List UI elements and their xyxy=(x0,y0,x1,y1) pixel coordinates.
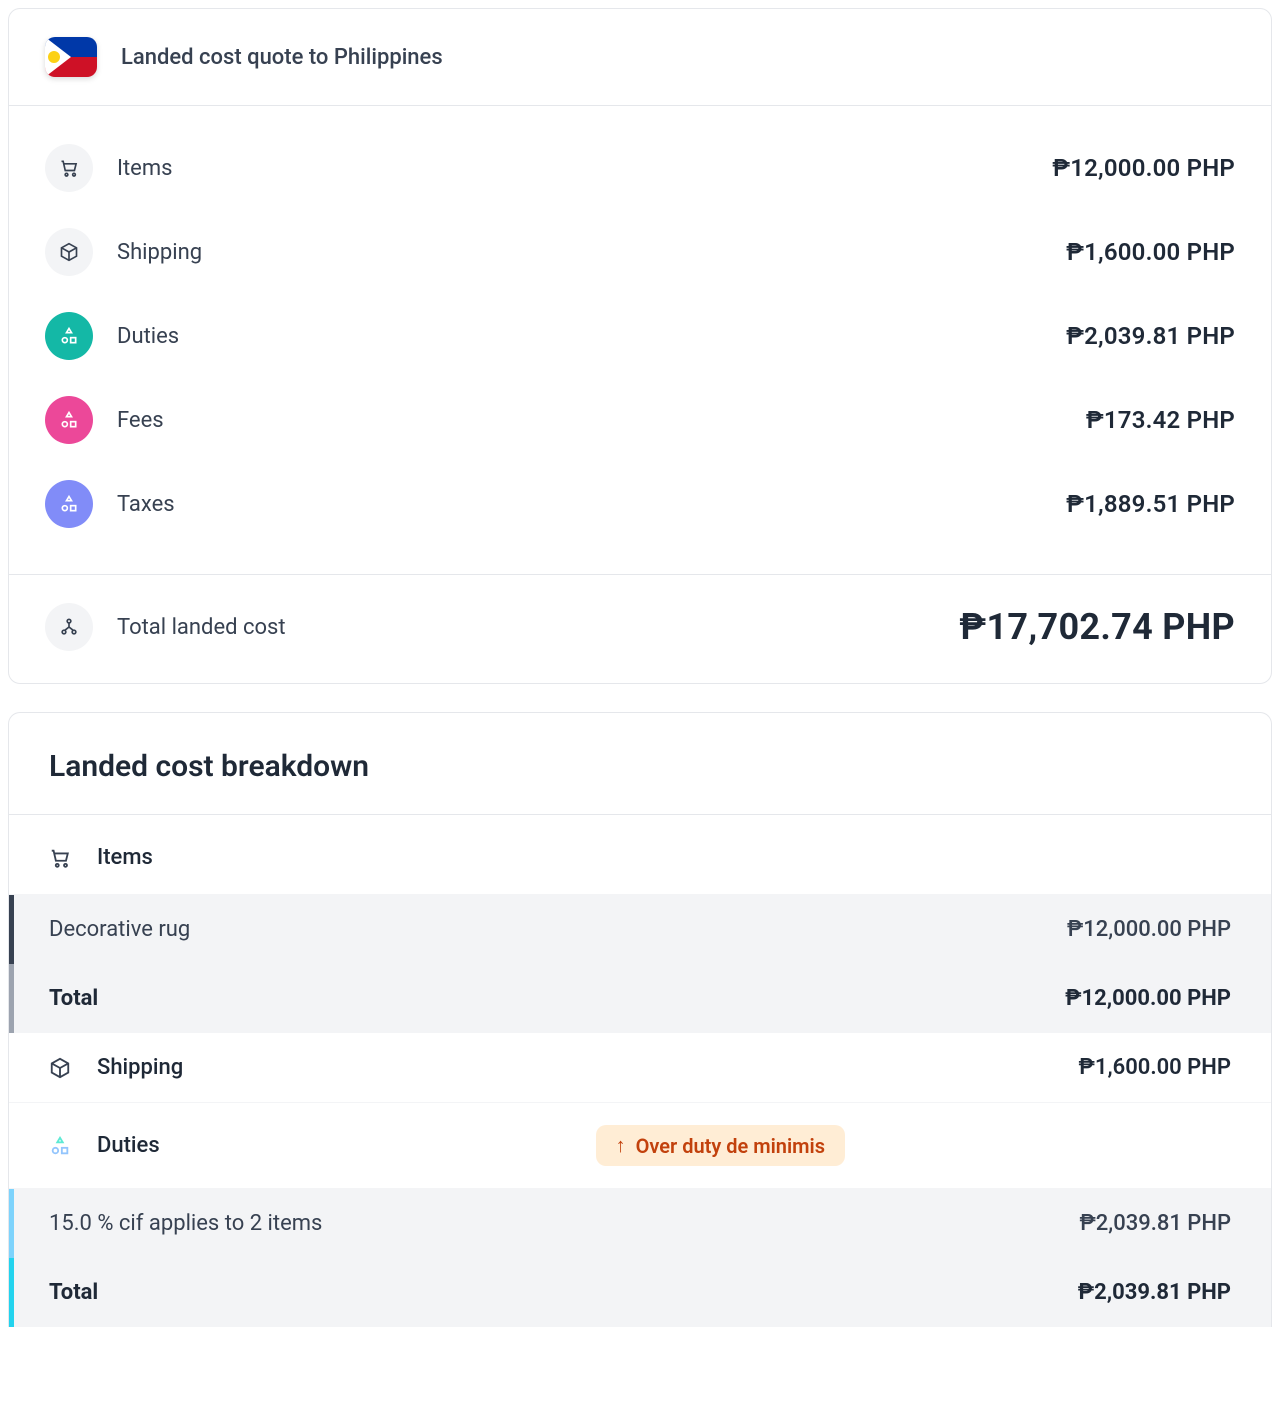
shapes-icon xyxy=(45,396,93,444)
shapes-icon xyxy=(45,312,93,360)
item-name: Decorative rug xyxy=(49,917,190,942)
box-icon xyxy=(49,1057,71,1079)
breakdown-duties-total: Total ₱2,039.81 PHP xyxy=(9,1258,1271,1327)
breakdown-header: Landed cost breakdown xyxy=(9,713,1271,815)
network-icon xyxy=(45,603,93,651)
row-duties-value: ₱2,039.81 PHP xyxy=(1066,322,1235,350)
shapes-icon xyxy=(49,1135,71,1157)
row-taxes: Taxes ₱1,889.51 PHP xyxy=(45,462,1235,546)
summary-title: Landed cost quote to Philippines xyxy=(121,45,443,70)
row-shipping-label: Shipping xyxy=(117,240,202,265)
arrow-up-icon: ↑ xyxy=(616,1133,626,1158)
over-de-minimis-badge: ↑ Over duty de minimis xyxy=(596,1125,845,1166)
breakdown-shipping-row: Shipping ₱1,600.00 PHP xyxy=(9,1033,1271,1103)
total-label: Total landed cost xyxy=(117,615,286,640)
breakdown-items-head: Items xyxy=(9,815,1271,895)
shipping-value: ₱1,600.00 PHP xyxy=(1079,1055,1231,1080)
row-items-label: Items xyxy=(117,156,173,181)
breakdown-duties-row: 15.0 % cif applies to 2 items ₱2,039.81 … xyxy=(9,1189,1271,1258)
item-value: ₱12,000.00 PHP xyxy=(1067,917,1231,942)
breakdown-items-row: Decorative rug ₱12,000.00 PHP xyxy=(9,895,1271,964)
breakdown-title: Landed cost breakdown xyxy=(49,749,1231,784)
breakdown-duties-head: Duties ↑ Over duty de minimis xyxy=(9,1103,1271,1189)
box-icon xyxy=(45,228,93,276)
duties-heading: Duties xyxy=(97,1133,160,1158)
shapes-icon xyxy=(45,480,93,528)
summary-header: Landed cost quote to Philippines xyxy=(9,9,1271,106)
duties-total-value: ₱2,039.81 PHP xyxy=(1078,1280,1231,1305)
row-taxes-label: Taxes xyxy=(117,492,175,517)
summary-body: Items ₱12,000.00 PHP Shipping ₱1,600.00 … xyxy=(9,106,1271,574)
summary-card: Landed cost quote to Philippines Items ₱… xyxy=(8,8,1272,684)
row-duties: Duties ₱2,039.81 PHP xyxy=(45,294,1235,378)
total-row: Total landed cost ₱17,702.74 PHP xyxy=(9,574,1271,683)
row-fees: Fees ₱173.42 PHP xyxy=(45,378,1235,462)
breakdown-card: Landed cost breakdown Items Decorative r… xyxy=(8,712,1272,1327)
breakdown-items-heading: Items xyxy=(97,845,153,870)
row-items-value: ₱12,000.00 PHP xyxy=(1052,154,1235,182)
cart-icon xyxy=(49,847,71,869)
row-shipping-value: ₱1,600.00 PHP xyxy=(1066,238,1235,266)
badge-text: Over duty de minimis xyxy=(636,1134,825,1158)
duty-line-value: ₱2,039.81 PHP xyxy=(1080,1211,1231,1236)
row-items: Items ₱12,000.00 PHP xyxy=(45,126,1235,210)
breakdown-items-total: Total ₱12,000.00 PHP xyxy=(9,964,1271,1033)
cart-icon xyxy=(45,144,93,192)
row-taxes-value: ₱1,889.51 PHP xyxy=(1066,490,1235,518)
row-duties-label: Duties xyxy=(117,324,179,349)
row-fees-label: Fees xyxy=(117,408,164,433)
total-value: ₱17,702.74 PHP xyxy=(959,606,1235,648)
shipping-label: Shipping xyxy=(97,1055,183,1080)
items-total-label: Total xyxy=(49,986,98,1011)
row-shipping: Shipping ₱1,600.00 PHP xyxy=(45,210,1235,294)
duty-line-label: 15.0 % cif applies to 2 items xyxy=(49,1211,322,1236)
row-fees-value: ₱173.42 PHP xyxy=(1086,406,1235,434)
duties-total-label: Total xyxy=(49,1280,98,1305)
flag-philippines xyxy=(45,37,97,77)
items-total-value: ₱12,000.00 PHP xyxy=(1065,986,1231,1011)
